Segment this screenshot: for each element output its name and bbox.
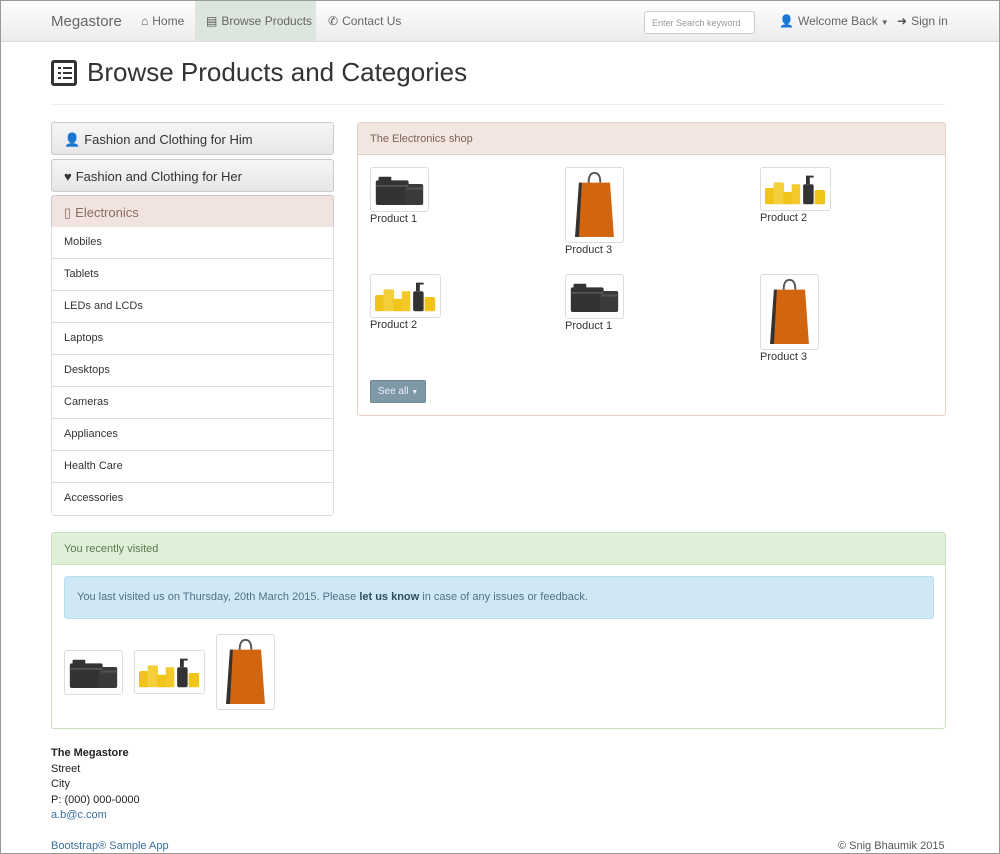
nav-contact-us[interactable]: ✆ Contact Us (328, 1, 401, 41)
subcategory-item[interactable]: LEDs and LCDs (52, 291, 333, 323)
footer-phone: P: (000) 000-0000 (51, 793, 140, 806)
recent-product-camera[interactable] (64, 650, 123, 695)
store-icon: ▤ (206, 14, 218, 28)
footer-address: The Megastore Street City P: (000) 000-0… (51, 746, 140, 824)
sign-in-icon: ➜ (897, 14, 908, 28)
category-him[interactable]: 👤 Fashion and Clothing for Him (51, 122, 334, 155)
recent-product-bottles[interactable] (134, 650, 205, 694)
product-image-camera[interactable] (565, 274, 624, 319)
product-image-bag[interactable] (565, 167, 624, 243)
footer-copyright: © Snig Bhaumik 2015 (838, 840, 945, 852)
caret-down-icon: ▼ (411, 389, 419, 396)
product-image-bottles[interactable] (760, 167, 831, 211)
product-card[interactable]: Product 3 (760, 274, 819, 363)
subcategory-item[interactable]: Cameras (52, 387, 333, 419)
alert-text-before: You last visited us on Thursday, 20th Ma… (77, 591, 360, 603)
nav-browse-label: Browse Products (221, 14, 313, 28)
category-him-label: Fashion and Clothing for Him (84, 132, 253, 147)
subcategory-item[interactable]: Tablets (52, 259, 333, 291)
footer-company: The Megastore (51, 747, 129, 759)
product-image-bottles[interactable] (370, 274, 441, 318)
recently-visited-panel: You recently visited You last visited us… (51, 532, 946, 729)
product-image-bag[interactable] (760, 274, 819, 350)
feedback-link[interactable]: let us know (359, 591, 419, 603)
subcategory-item[interactable]: Appliances (52, 419, 333, 451)
see-all-button[interactable]: See all ▼ (370, 380, 426, 403)
electronics-shop-panel: The Electronics shop Product 1 Product 3… (357, 122, 946, 416)
user-icon: 👤 (779, 14, 794, 28)
product-card[interactable]: Product 3 (565, 167, 624, 256)
category-her[interactable]: ♥ Fashion and Clothing for Her (51, 159, 334, 192)
nav-contact-label: Contact Us (342, 14, 402, 28)
page-title: Browse Products and Categories (51, 57, 467, 88)
footer-street: Street (51, 762, 81, 775)
heart-icon: ♥ (64, 169, 72, 184)
mobile-icon: ▯ (64, 205, 72, 220)
electronics-subcategory-list: Mobiles Tablets LEDs and LCDs Laptops De… (51, 227, 334, 516)
product-label[interactable]: Product 3 (760, 351, 819, 363)
user-icon: 👤 (64, 132, 81, 147)
category-her-label: Fashion and Clothing for Her (75, 169, 242, 184)
subcategory-item[interactable]: Health Care (52, 451, 333, 483)
caret-down-icon: ▼ (880, 18, 889, 27)
subcategory-item[interactable]: Desktops (52, 355, 333, 387)
product-label[interactable]: Product 2 (370, 319, 441, 331)
nav-home-label: Home (152, 14, 185, 28)
welcome-label: Welcome Back (797, 14, 878, 28)
title-divider (51, 104, 945, 105)
recent-product-bag[interactable] (216, 634, 275, 710)
subcategory-item[interactable]: Mobiles (52, 227, 333, 259)
search-input[interactable] (644, 11, 755, 34)
category-electronics-label: Electronics (75, 205, 139, 220)
alert-text-after: in case of any issues or feedback. (419, 591, 588, 603)
brand-logo[interactable]: Megastore (51, 13, 122, 30)
page-title-text: Browse Products and Categories (87, 57, 468, 87)
product-card[interactable]: Product 1 (565, 274, 624, 332)
welcome-dropdown[interactable]: 👤 Welcome Back ▼ (779, 1, 889, 41)
phone-icon: ✆ (328, 14, 339, 28)
footer-app-link[interactable]: Bootstrap® Sample App (51, 840, 169, 852)
list-icon (51, 59, 77, 86)
product-image-camera[interactable] (370, 167, 429, 212)
product-label[interactable]: Product 3 (565, 244, 624, 256)
product-card[interactable]: Product 1 (370, 167, 429, 225)
home-icon: ⌂ (141, 14, 149, 28)
product-label[interactable]: Product 1 (565, 320, 624, 332)
see-all-label: See all (377, 386, 409, 397)
category-electronics[interactable]: ▯ Electronics (51, 195, 334, 228)
product-label[interactable]: Product 1 (370, 213, 429, 225)
sign-in-link[interactable]: ➜ Sign in (897, 1, 948, 41)
subcategory-item[interactable]: Laptops (52, 323, 333, 355)
footer-email-link[interactable]: a.b@c.com (51, 808, 140, 824)
recent-heading: You recently visited (52, 533, 945, 565)
sign-in-label: Sign in (911, 14, 948, 28)
product-card[interactable]: Product 2 (370, 274, 441, 331)
product-card[interactable]: Product 2 (760, 167, 831, 224)
subcategory-item[interactable]: Accessories (52, 483, 333, 515)
last-visit-alert: You last visited us on Thursday, 20th Ma… (64, 576, 934, 619)
shop-heading: The Electronics shop (358, 123, 945, 155)
nav-home[interactable]: ⌂ Home (141, 1, 184, 41)
product-label[interactable]: Product 2 (760, 212, 831, 224)
nav-browse-products[interactable]: ▤ Browse Products (195, 1, 316, 41)
top-navbar: Megastore ⌂ Home ▤ Browse Products ✆ Contac… (1, 1, 999, 42)
footer-city: City (51, 778, 70, 790)
